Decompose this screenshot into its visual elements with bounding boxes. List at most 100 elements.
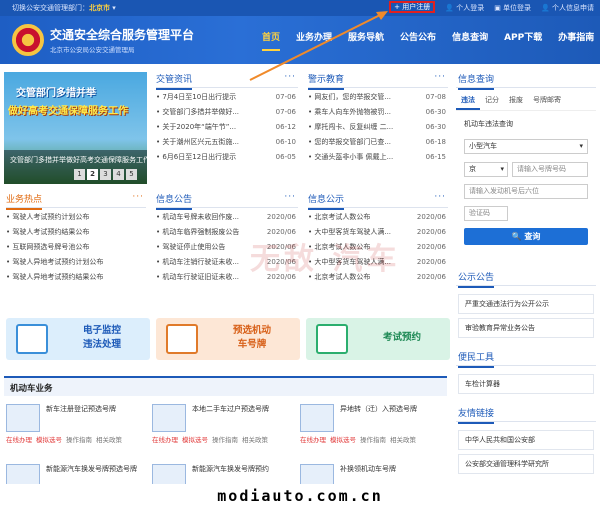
carousel-pager: 1 2 3 4 5	[74, 169, 137, 180]
chevron-down-icon: ▾	[500, 165, 504, 173]
city-switcher[interactable]: 切换公安交通管理部门：北京市 ▾	[12, 3, 116, 13]
action-policy[interactable]: 相关政策	[96, 436, 122, 444]
query-button-label: 查询	[524, 232, 541, 241]
list-item[interactable]: • 关于潮州区兴元五街施... 06-10	[156, 135, 298, 150]
site-watermark: modiauto.com.cn	[0, 484, 600, 508]
list-item[interactable]: • 交管部门多措并举做好... 07-06	[156, 105, 298, 120]
nav-home[interactable]: 首页	[262, 30, 281, 51]
action-guide[interactable]: 操作指南	[360, 436, 386, 444]
action-guide[interactable]: 操作指南	[66, 436, 92, 444]
personal-info-link[interactable]: 👤 个人信息申请	[541, 3, 594, 13]
list-item[interactable]: • 驾驶人异地考试预约计划公布	[6, 255, 146, 270]
list-item[interactable]: • 机动车号牌未收回作废... 2020/06	[156, 210, 298, 225]
plate-number-input[interactable]: 请输入号牌号码	[512, 162, 588, 177]
exam-booking-tile[interactable]: 考试预约	[306, 318, 450, 360]
car-inspection-calculator-link[interactable]: 车检计算器	[458, 374, 594, 394]
list-item-text: • 机动车号牌未收回作废...	[156, 213, 240, 221]
banner-headline: 交管部门多措并举	[16, 88, 96, 99]
tab-violation[interactable]: 违法	[456, 92, 480, 110]
site-title: 交通安全综合服务管理平台	[50, 28, 195, 42]
action-policy[interactable]: 相关政策	[390, 436, 416, 444]
list-item[interactable]: • 驾驶人考试预约计划公布	[6, 210, 146, 225]
list-item[interactable]: • 摩托闯卡、反复纠缠 二... 06-30	[308, 120, 448, 135]
search-icon: 🔍	[511, 232, 522, 241]
service-used-car-transfer[interactable]: 本地二手车过户预选号牌 在线办理 模拟选号 操作指南 相关政策	[152, 404, 292, 446]
list-item[interactable]: • 关于2020年“端午节”... 06-12	[156, 120, 298, 135]
captcha-input[interactable]: 验证码	[464, 206, 508, 221]
list-item-text: • 6月6日至12日出行提示	[156, 153, 237, 161]
list-item-date: 07-06	[275, 108, 296, 116]
list-item[interactable]: • 交通头盔非小事 佩戴上... 06-15	[308, 150, 448, 165]
province-select[interactable]: 京 ▾	[464, 162, 508, 177]
notice-more-icon[interactable]: ···	[284, 192, 296, 202]
news-more-icon[interactable]: ···	[284, 72, 296, 82]
list-item[interactable]: • 互联网预选号牌号池公布	[6, 240, 146, 255]
tab-points[interactable]: 记分	[480, 92, 504, 110]
action-simulate[interactable]: 模拟选号	[36, 436, 62, 444]
news-carousel[interactable]: 交管部门多措并举 做好高考交通保障服务工作 交管部门多措并举做好高考交通保障服务…	[4, 72, 147, 184]
carousel-dot[interactable]: 1	[74, 169, 85, 180]
carousel-dot[interactable]: 3	[100, 169, 111, 180]
list-item-text: • 网友们，您的举报交管...	[308, 93, 392, 101]
action-online[interactable]: 在线办理	[152, 436, 178, 444]
tab-plate-mail[interactable]: 号牌邮寄	[528, 92, 566, 110]
plate-preselect-tile[interactable]: 预选机动 车号牌	[156, 318, 300, 360]
action-online[interactable]: 在线办理	[300, 436, 326, 444]
action-online[interactable]: 在线办理	[6, 436, 32, 444]
list-item[interactable]: • 您的举报交管部门已查... 06-18	[308, 135, 448, 150]
list-item[interactable]: • 乘车人向车外抛物被罚... 06-30	[308, 105, 448, 120]
public-more-icon[interactable]: ···	[434, 192, 446, 202]
register-link[interactable]: + 用户注册	[389, 1, 436, 13]
list-item[interactable]: • 6月6日至12日出行提示 06-05	[156, 150, 298, 165]
monitor-violation-tile[interactable]: 电子监控 违法处理	[6, 318, 150, 360]
nav-announcements[interactable]: 公告公布	[400, 30, 436, 51]
public-title: 信息公示	[308, 192, 345, 210]
nav-service-guide[interactable]: 服务导航	[348, 30, 384, 51]
list-item-date: 2020/06	[266, 213, 296, 221]
service-name: 新能源汽车换发号牌预选号牌	[46, 465, 137, 473]
engine-number-input[interactable]: 请输入发动机号后六位	[464, 184, 588, 199]
list-item-text: • 互联网预选号牌号池公布	[6, 243, 90, 251]
list-item[interactable]: • 驾驶人考试预约结果公布	[6, 225, 146, 240]
carousel-dot[interactable]: 4	[113, 169, 124, 180]
service-name: 本地二手车过户预选号牌	[192, 405, 269, 413]
list-item-text: • 关于潮州区兴元五街施...	[156, 138, 240, 146]
side-notice-title: 公示公告	[458, 270, 495, 288]
carousel-dot[interactable]: 2	[87, 169, 98, 180]
calendar-icon	[316, 324, 348, 354]
service-remote-transfer[interactable]: 异地转（迁）入预选号牌 在线办理 模拟选号 操作指南 相关政策	[300, 404, 440, 446]
tab-scrap[interactable]: 报废	[504, 92, 528, 110]
action-guide[interactable]: 操作指南	[212, 436, 238, 444]
carousel-dot[interactable]: 5	[126, 169, 137, 180]
nav-info-query[interactable]: 信息查询	[452, 30, 488, 51]
notice-link[interactable]: 审验教育异常业务公告	[458, 318, 594, 338]
list-item[interactable]: • 驾驶人异地考试预约结果公布	[6, 270, 146, 285]
service-new-car-registration[interactable]: 新车注册登记预选号牌 在线办理 模拟选号 操作指南 相关政策	[6, 404, 146, 446]
action-policy[interactable]: 相关政策	[242, 436, 268, 444]
list-item[interactable]: • 网友们，您的举报交管... 07-08	[308, 90, 448, 105]
service-name: 补换领机动车号牌	[340, 465, 396, 473]
action-simulate[interactable]: 模拟选号	[330, 436, 356, 444]
banner-subheadline: 做好高考交通保障服务工作	[8, 106, 128, 117]
query-button[interactable]: 🔍 查询	[464, 228, 588, 245]
unit-login-link[interactable]: ▣ 单位登录	[494, 3, 531, 13]
city-name[interactable]: 北京市	[89, 4, 110, 12]
friend-link[interactable]: 公安部交通管理科学研究所	[458, 454, 594, 474]
list-item[interactable]: • 7月4日至10日出行提示 07-06	[156, 90, 298, 105]
list-item[interactable]: • 北京考试人数公布 2020/06	[308, 210, 448, 225]
personal-login-link[interactable]: 👤 个人登录	[445, 3, 484, 13]
nav-app-download[interactable]: APP下载	[504, 30, 542, 51]
nav-guide[interactable]: 办事指南	[558, 30, 594, 51]
notice-link[interactable]: 严重交通违法行为公开公示	[458, 294, 594, 314]
vehicle-type-select[interactable]: 小型汽车 ▾	[464, 139, 588, 154]
province-value: 京	[469, 165, 476, 173]
action-simulate[interactable]: 模拟选号	[182, 436, 208, 444]
list-item-date: 2020/06	[416, 273, 446, 281]
hot-more-icon[interactable]: ···	[132, 192, 144, 202]
nav-business[interactable]: 业务办理	[296, 30, 332, 51]
side-notice-panel: 公示公告	[456, 270, 596, 288]
friend-link[interactable]: 中华人民共和国公安部	[458, 430, 594, 450]
list-item-date: 06-10	[275, 138, 296, 146]
service-name: 异地转（迁）入预选号牌	[340, 405, 417, 413]
warning-more-icon[interactable]: ···	[434, 72, 446, 82]
